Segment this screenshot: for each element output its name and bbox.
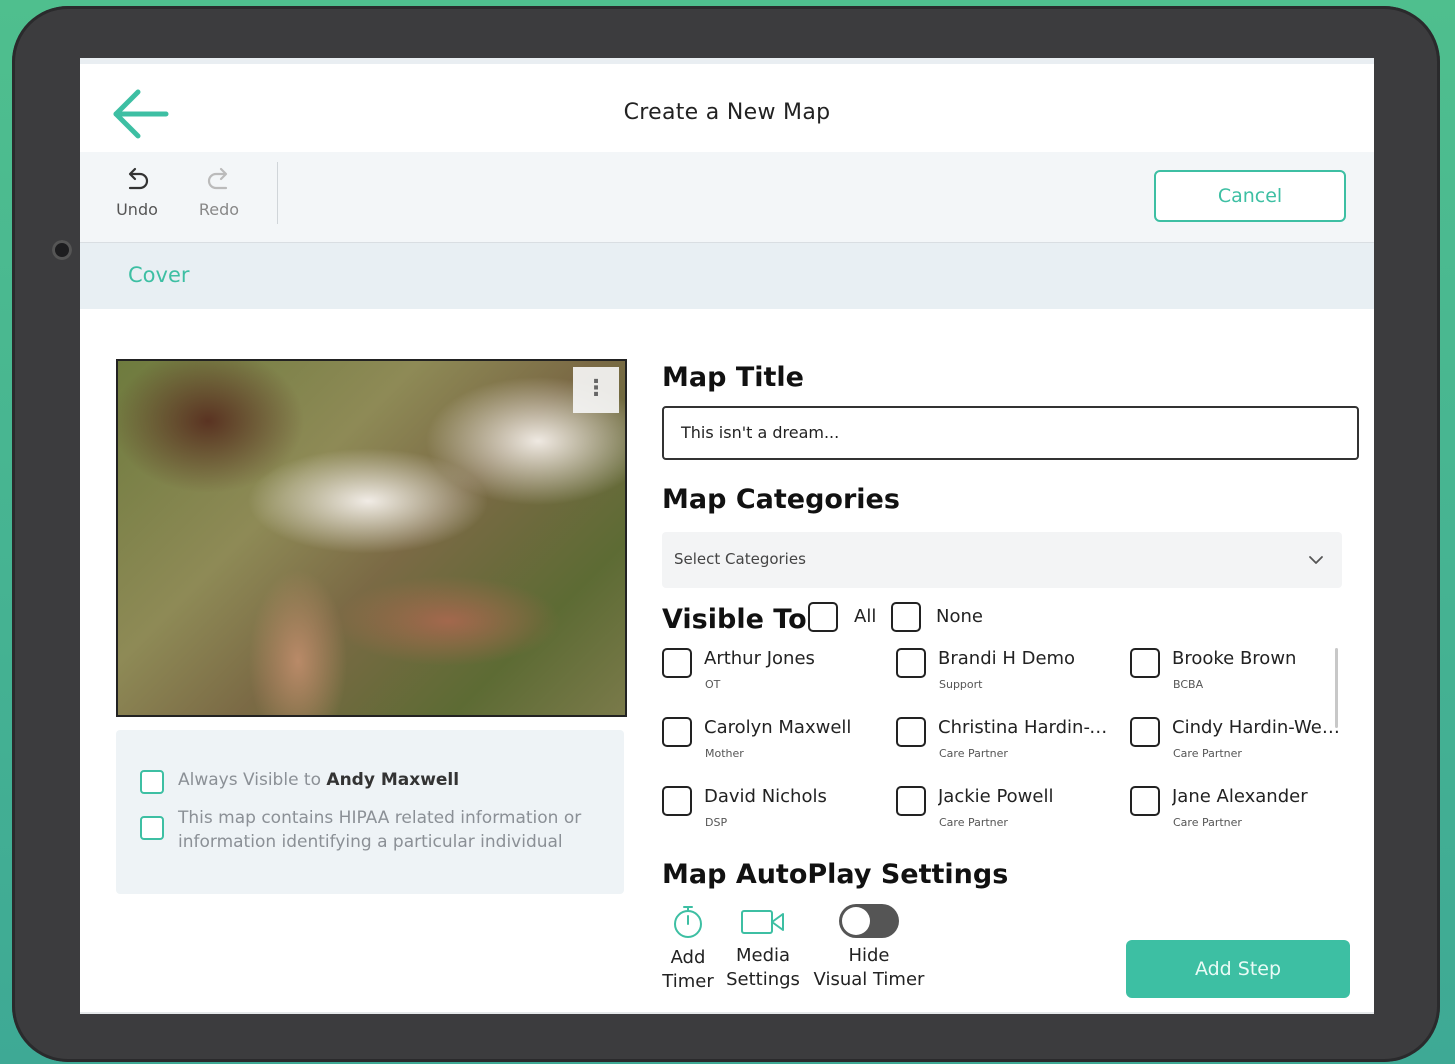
map-title-input[interactable]: This isn't a dream... (662, 406, 1359, 460)
cover-photo[interactable]: ⋮ (116, 359, 627, 717)
section-label-cover: Cover (128, 263, 190, 287)
person-role: BCBA (1173, 678, 1204, 691)
person-checkbox[interactable] (662, 786, 692, 816)
person-checkbox[interactable] (662, 717, 692, 747)
more-vertical-icon: ⋮ (585, 376, 607, 401)
person-item[interactable]: David Nichols DSP (662, 786, 892, 846)
front-camera (52, 240, 72, 260)
person-role: Mother (705, 747, 744, 760)
person-checkbox[interactable] (896, 717, 926, 747)
autoplay-settings-label: Map AutoPlay Settings (662, 859, 1009, 890)
section-header: Cover (80, 243, 1374, 309)
person-role: Support (939, 678, 983, 691)
add-timer-button[interactable]: Add Timer (660, 904, 716, 994)
person-role: Care Partner (1173, 816, 1242, 829)
person-item[interactable]: Cindy Hardin-Weis... Care Partner (1130, 717, 1360, 777)
person-role: DSP (705, 816, 728, 829)
page-title: Create a New Map (623, 100, 831, 125)
person-name: Christina Hardin-W... (938, 717, 1116, 738)
redo-button[interactable]: Redo (189, 166, 249, 219)
bottom-edge (80, 1012, 1374, 1014)
person-item[interactable]: Jackie Powell Care Partner (896, 786, 1126, 846)
media-settings-button[interactable]: Media Settings (724, 906, 802, 992)
undo-label: Undo (116, 200, 158, 219)
person-name: Jane Alexander (1172, 786, 1308, 807)
toolbar-divider (277, 162, 278, 224)
undo-button[interactable]: Undo (107, 166, 167, 219)
always-visible-option[interactable]: Always Visible to Andy Maxwell (140, 768, 459, 794)
hipaa-option[interactable]: This map contains HIPAA related informat… (140, 806, 581, 854)
person-role: Care Partner (939, 816, 1008, 829)
person-checkbox[interactable] (1130, 717, 1160, 747)
always-visible-name: Andy Maxwell (326, 770, 460, 790)
video-camera-icon (741, 910, 784, 934)
people-scrollbar[interactable] (1335, 648, 1338, 728)
redo-icon (207, 167, 228, 190)
toggle-knob (842, 907, 870, 935)
visible-none-label: None (936, 606, 983, 627)
person-name: Brooke Brown (1172, 648, 1297, 669)
map-categories-label: Map Categories (662, 484, 900, 515)
person-item[interactable]: Brandi H Demo Support (896, 648, 1126, 708)
hide-visual-timer-label-line1: Hide (848, 945, 890, 966)
always-visible-prefix: Always Visible to (178, 770, 327, 790)
app-screen: Create a New Map Undo Redo Cancel Cover … (80, 58, 1374, 1014)
person-checkbox[interactable] (1130, 648, 1160, 678)
person-checkbox[interactable] (896, 648, 926, 678)
toggle-switch[interactable] (839, 904, 899, 938)
person-item[interactable]: Jane Alexander Care Partner (1130, 786, 1360, 846)
categories-placeholder: Select Categories (674, 550, 806, 568)
visible-none-checkbox[interactable] (891, 602, 921, 632)
person-name: Arthur Jones (704, 648, 815, 669)
always-visible-text: Always Visible to Andy Maxwell (178, 768, 459, 792)
person-item[interactable]: Brooke Brown BCBA (1130, 648, 1360, 708)
photo-menu-button[interactable]: ⋮ (573, 367, 619, 413)
person-name: Carolyn Maxwell (704, 717, 852, 738)
person-checkbox[interactable] (1130, 786, 1160, 816)
redo-label: Redo (198, 200, 240, 219)
person-name: Jackie Powell (938, 786, 1054, 807)
hide-visual-timer-label-line2: Visual Timer (813, 969, 925, 990)
person-name: Cindy Hardin-Weis... (1172, 717, 1342, 738)
hipaa-text-line1: This map contains HIPAA related informat… (178, 808, 582, 828)
person-item[interactable]: Christina Hardin-W... Care Partner (896, 717, 1126, 777)
hipaa-checkbox[interactable] (140, 816, 164, 840)
media-settings-label-line2: Settings (726, 969, 800, 990)
always-visible-checkbox[interactable] (140, 770, 164, 794)
chevron-down-icon (1309, 556, 1323, 564)
hipaa-text-line2: information identifying a particular ind… (178, 832, 563, 852)
stopwatch-icon (674, 906, 702, 938)
map-title-label: Map Title (662, 362, 804, 393)
person-checkbox[interactable] (662, 648, 692, 678)
visible-all-label: All (854, 606, 877, 627)
person-role: Care Partner (939, 747, 1008, 760)
cancel-button[interactable]: Cancel (1154, 170, 1346, 222)
person-role: Care Partner (1173, 747, 1242, 760)
undo-icon (128, 167, 149, 190)
person-name: David Nichols (704, 786, 827, 807)
add-timer-label-line2: Timer (662, 971, 714, 992)
person-checkbox[interactable] (896, 786, 926, 816)
app-header: Create a New Map (80, 64, 1374, 152)
toolbar: Undo Redo Cancel (80, 152, 1374, 243)
person-item[interactable]: Carolyn Maxwell Mother (662, 717, 892, 777)
visible-all-checkbox[interactable] (808, 602, 838, 632)
media-settings-label-line1: Media (735, 945, 791, 966)
hipaa-text: This map contains HIPAA related informat… (178, 806, 581, 854)
hide-visual-timer-toggle[interactable]: Hide Visual Timer (810, 904, 928, 992)
person-name: Brandi H Demo (938, 648, 1076, 669)
person-item[interactable]: Arthur Jones OT (662, 648, 892, 708)
add-step-button[interactable]: Add Step (1126, 940, 1350, 998)
categories-select[interactable]: Select Categories (662, 532, 1342, 588)
visible-to-label: Visible To: (662, 604, 818, 635)
privacy-options-panel: Always Visible to Andy Maxwell This map … (116, 730, 624, 894)
add-timer-label-line1: Add (670, 947, 706, 968)
person-role: OT (705, 678, 721, 691)
